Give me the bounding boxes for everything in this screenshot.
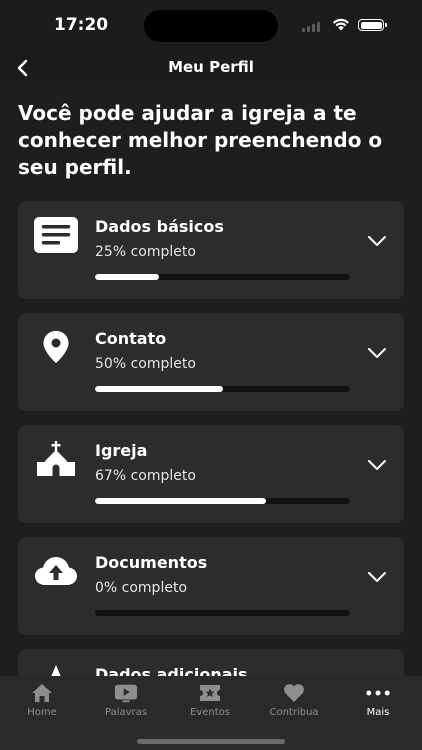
wifi-icon — [333, 18, 349, 31]
status-bar: 17:20 — [0, 0, 422, 50]
home-icon — [30, 683, 54, 703]
section-title: Igreja — [95, 441, 148, 460]
nav-bar: Meu Perfil — [0, 50, 422, 86]
video-icon — [114, 683, 138, 703]
document-icon — [34, 215, 78, 255]
progress-bar — [95, 498, 350, 504]
section-card-dados-adicionais[interactable]: Dados adicionais — [18, 649, 404, 676]
section-card-dados-basicos[interactable]: Dados básicos 25% completo — [18, 201, 404, 299]
tab-label: Mais — [366, 707, 390, 718]
ticket-icon — [198, 683, 222, 703]
section-title: Documentos — [95, 553, 208, 572]
tab-contribua[interactable]: Contribua — [252, 676, 336, 726]
progress-bar — [95, 386, 350, 392]
progress-fill — [95, 274, 159, 280]
church-icon — [34, 439, 78, 479]
battery-icon — [358, 19, 387, 31]
section-card-documentos[interactable]: Documentos 0% completo — [18, 537, 404, 635]
section-progress-text: 67% completo — [95, 468, 196, 484]
cellular-signal-icon — [302, 22, 324, 32]
tab-eventos[interactable]: Eventos — [168, 676, 252, 726]
tab-label: Contribua — [269, 707, 319, 718]
tab-label: Home — [27, 707, 57, 718]
star-icon — [34, 663, 78, 676]
home-indicator — [137, 739, 285, 744]
location-pin-icon — [34, 327, 78, 367]
heart-icon — [282, 683, 306, 703]
section-title: Dados adicionais — [95, 665, 248, 676]
section-title: Contato — [95, 329, 167, 348]
dynamic-island — [144, 10, 278, 42]
cloud-upload-icon — [34, 551, 78, 591]
section-progress-text: 25% completo — [95, 244, 196, 260]
more-icon — [366, 683, 390, 703]
chevron-down-icon[interactable] — [367, 234, 387, 248]
chevron-down-icon[interactable] — [367, 570, 387, 584]
tab-label: Eventos — [190, 707, 230, 718]
intro-text: Você pode ajudar a igreja a te conhecer … — [18, 101, 383, 179]
page-title: Meu Perfil — [168, 58, 254, 76]
section-card-igreja[interactable]: Igreja 67% completo — [18, 425, 404, 523]
tab-mais[interactable]: Mais — [336, 676, 420, 726]
section-card-contato[interactable]: Contato 50% completo — [18, 313, 404, 411]
tab-label: Palavras — [105, 707, 147, 718]
progress-fill — [95, 386, 223, 392]
tab-home[interactable]: Home — [0, 676, 84, 726]
section-progress-text: 0% completo — [95, 580, 188, 596]
chevron-down-icon[interactable] — [367, 458, 387, 472]
tab-palavras[interactable]: Palavras — [84, 676, 168, 726]
progress-bar — [95, 610, 350, 616]
section-title: Dados básicos — [95, 217, 224, 236]
status-time: 17:20 — [54, 15, 109, 35]
chevron-down-icon[interactable] — [367, 346, 387, 360]
section-progress-text: 50% completo — [95, 356, 196, 372]
progress-fill — [95, 498, 266, 504]
progress-bar — [95, 274, 350, 280]
profile-content[interactable]: Você pode ajudar a igreja a te conhecer … — [0, 86, 422, 676]
